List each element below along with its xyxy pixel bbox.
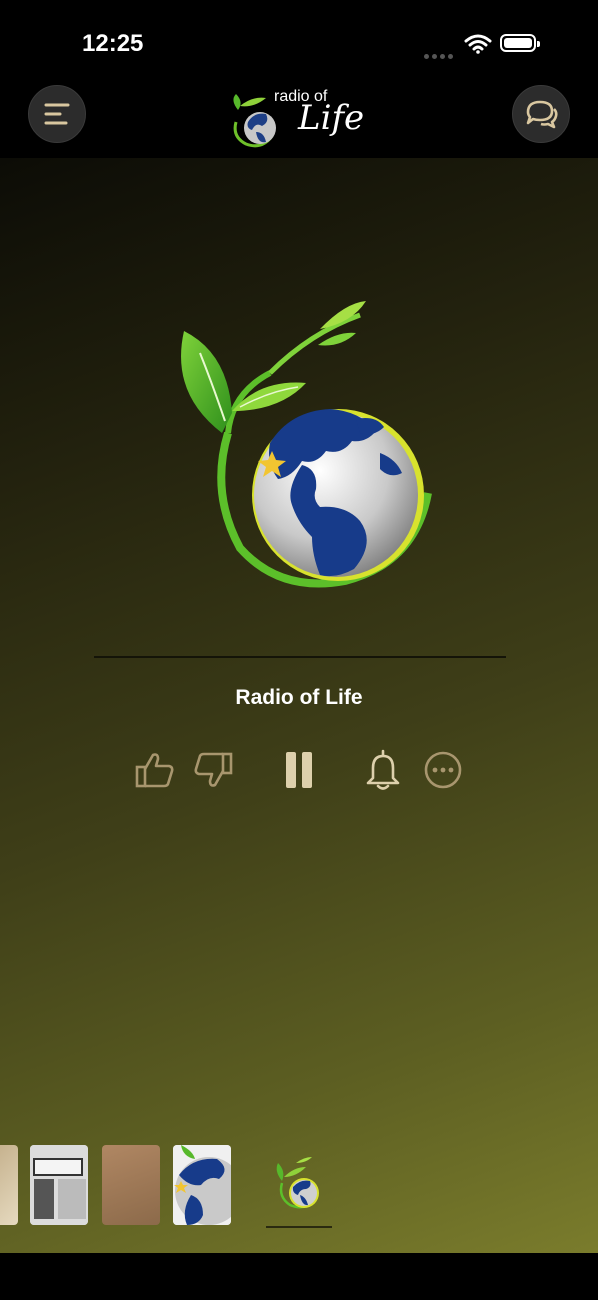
station-artwork xyxy=(181,301,432,588)
menu-icon xyxy=(44,103,70,125)
thumbs-down-icon xyxy=(194,752,233,787)
pause-icon xyxy=(286,752,312,788)
dislike-button[interactable] xyxy=(192,748,236,792)
pause-button[interactable] xyxy=(277,748,321,792)
station-thumbnail[interactable] xyxy=(102,1145,160,1225)
station-thumbnail-active[interactable] xyxy=(268,1145,332,1225)
player-controls xyxy=(0,748,598,798)
signal-icon xyxy=(424,46,456,59)
bell-icon xyxy=(366,749,400,790)
alarm-button[interactable] xyxy=(361,748,405,792)
battery-icon xyxy=(500,34,540,52)
active-station-indicator xyxy=(266,1226,332,1228)
logo-text-bottom: Life xyxy=(298,98,365,138)
wifi-icon xyxy=(464,34,492,54)
station-thumbnail[interactable] xyxy=(0,1145,18,1225)
app-logo: radio of Life xyxy=(226,86,376,148)
like-button[interactable] xyxy=(132,748,176,792)
progress-line xyxy=(94,656,506,658)
thumbs-up-icon xyxy=(135,753,174,788)
chat-icon xyxy=(526,100,558,129)
station-thumbnail[interactable] xyxy=(173,1145,231,1225)
station-carousel[interactable] xyxy=(0,1143,598,1233)
bottom-bar xyxy=(0,1253,598,1300)
chat-button[interactable] xyxy=(512,85,570,143)
more-icon xyxy=(424,751,462,789)
menu-button[interactable] xyxy=(28,85,86,143)
player-area: Radio of Life xyxy=(0,158,598,1253)
status-time: 12:25 xyxy=(82,30,144,57)
more-button[interactable] xyxy=(421,748,465,792)
status-bar: 12:25 xyxy=(0,0,598,80)
station-title: Radio of Life xyxy=(235,686,363,709)
station-thumbnail[interactable] xyxy=(30,1145,88,1225)
app-header: radio of Life xyxy=(0,80,598,158)
